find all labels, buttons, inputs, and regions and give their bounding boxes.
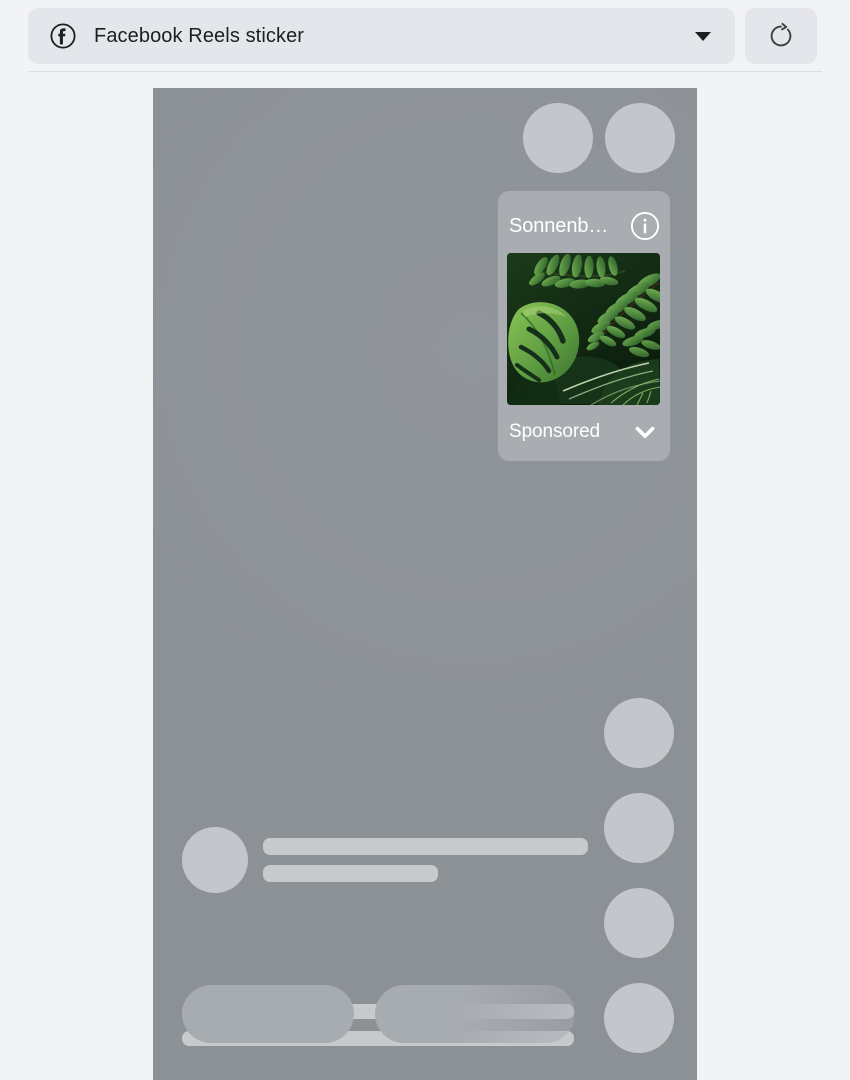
info-icon[interactable] xyxy=(630,211,660,241)
placeholder-action-circle xyxy=(604,793,674,863)
ad-sticker-footer[interactable]: Sponsored xyxy=(498,409,670,455)
placeholder-circle xyxy=(605,103,675,173)
toolbar-divider xyxy=(28,71,822,72)
placeholder-circle xyxy=(523,103,593,173)
placeholder-action-circle xyxy=(604,888,674,958)
ad-sticker-card[interactable]: Sonnenb… Sponsored xyxy=(498,191,670,461)
chevron-down-icon[interactable] xyxy=(632,419,658,445)
placeholder-text-bar xyxy=(263,865,438,882)
chevron-down-icon xyxy=(695,31,711,41)
placement-select[interactable]: Facebook Reels sticker xyxy=(28,8,735,64)
facebook-icon xyxy=(50,23,76,49)
placeholder-cta-pill xyxy=(375,985,575,1043)
placeholder-cta-pill xyxy=(182,985,354,1043)
sponsored-label: Sponsored xyxy=(509,421,601,442)
refresh-icon xyxy=(766,21,796,51)
reels-preview-frame: Sonnenb… Sponsored xyxy=(153,88,697,1080)
refresh-preview-button[interactable] xyxy=(745,8,817,64)
placement-label: Facebook Reels sticker xyxy=(94,24,305,47)
ad-creative-image[interactable] xyxy=(507,253,660,405)
placeholder-action-circle xyxy=(604,983,674,1053)
placeholder-text-bar xyxy=(263,838,588,855)
top-bar: Facebook Reels sticker xyxy=(0,0,850,72)
placeholder-avatar xyxy=(182,827,248,893)
advertiser-name: Sonnenb… xyxy=(509,214,609,237)
placeholder-action-circle xyxy=(604,698,674,768)
ad-sticker-header: Sonnenb… xyxy=(498,191,670,261)
